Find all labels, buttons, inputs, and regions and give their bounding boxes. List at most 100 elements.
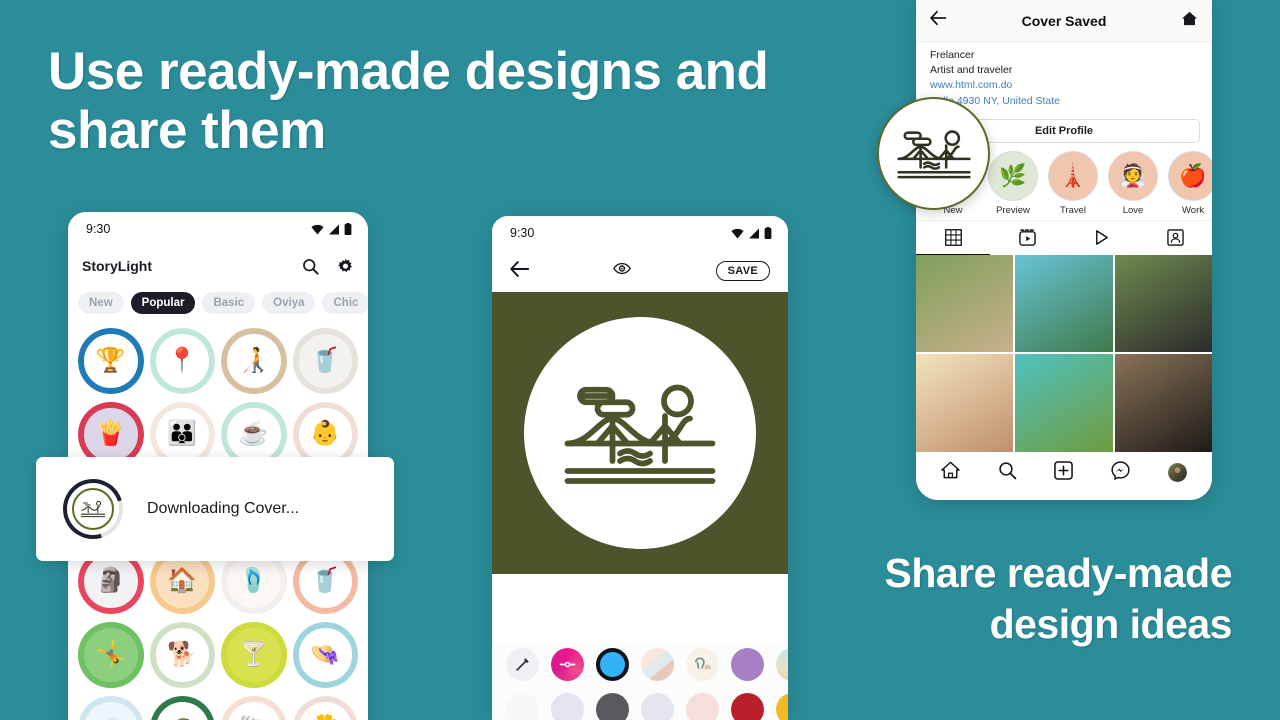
- swatch-blue[interactable]: [596, 648, 629, 681]
- search-icon[interactable]: [302, 258, 319, 275]
- battery-icon: [764, 227, 772, 239]
- downloading-toast: Downloading Cover...: [36, 457, 394, 561]
- wifi-icon: [731, 228, 744, 238]
- swatch-white[interactable]: [506, 693, 539, 720]
- eye-preview-icon[interactable]: [613, 262, 632, 280]
- cover-tile[interactable]: 🌼: [292, 695, 358, 720]
- photo-woman-shoulder[interactable]: [916, 354, 1014, 452]
- cover-tile[interactable]: ☁️: [78, 695, 144, 720]
- promo-screenshot: Use ready-made designs and share them Sh…: [0, 0, 1280, 720]
- story-highlight-travel[interactable]: 🗼 Travel: [1048, 150, 1098, 216]
- headline-secondary: Share ready-made design ideas: [884, 550, 1232, 648]
- swatch-gold[interactable]: [776, 693, 788, 720]
- tile-emoji: 🏠: [167, 567, 198, 595]
- status-indicators: [731, 227, 772, 239]
- swatch-blush[interactable]: [686, 693, 719, 720]
- messenger-icon[interactable]: [1111, 460, 1130, 485]
- editor-canvas[interactable]: [492, 292, 788, 574]
- story-highlight-work[interactable]: 🍎 Work: [1168, 150, 1212, 216]
- cover-tile[interactable]: 👒: [292, 622, 358, 688]
- profile-name: Frelancer: [930, 49, 975, 61]
- cover-disc[interactable]: [524, 317, 756, 549]
- gear-icon[interactable]: [337, 258, 354, 275]
- tile-emoji: 🐢: [167, 716, 197, 720]
- app-title: StoryLight: [82, 258, 152, 274]
- cover-tile[interactable]: 🤸: [78, 622, 144, 688]
- tile-emoji: 👶: [310, 420, 341, 448]
- color-wheel[interactable]: [551, 648, 584, 681]
- swatch-gradient-sunset[interactable]: [776, 648, 788, 681]
- cover-tile[interactable]: 📍: [149, 328, 215, 394]
- tile-emoji: 👪: [167, 420, 198, 448]
- story-highlight-love[interactable]: 👰 Love: [1108, 150, 1158, 216]
- editor-blank-area: [492, 574, 788, 642]
- swatch-purple[interactable]: [731, 648, 764, 681]
- home-icon[interactable]: [941, 461, 960, 484]
- swatch-lilac[interactable]: [641, 693, 674, 720]
- swatch-pattern-jellyfish[interactable]: [686, 648, 719, 681]
- highlight-thumbnail[interactable]: 👰: [1108, 150, 1158, 201]
- category-chip-popular[interactable]: Popular: [130, 292, 196, 314]
- tab-reels[interactable]: [990, 221, 1064, 255]
- new-cover-badge[interactable]: [877, 97, 990, 210]
- swatch-crimson[interactable]: [731, 693, 764, 720]
- tile-emoji: 🧑‍🦯: [238, 346, 269, 374]
- status-bar: 9:30: [492, 216, 788, 250]
- photo-woman-back[interactable]: [1114, 354, 1212, 452]
- profile-role: Artist and traveler: [930, 64, 1013, 77]
- photo-woman-black-dress[interactable]: [1114, 254, 1212, 353]
- tile-emoji: 👒: [310, 640, 341, 668]
- home-indicator: [916, 493, 1212, 500]
- category-chip-new[interactable]: New: [78, 292, 124, 314]
- story-highlight-preview[interactable]: 🌿 Preview: [988, 150, 1038, 216]
- photo-woman-white-top[interactable]: [916, 254, 1014, 353]
- swatch-charcoal[interactable]: [596, 693, 629, 720]
- photo-aerial-beach[interactable]: [1015, 354, 1113, 452]
- highlight-thumbnail[interactable]: 🍎: [1168, 150, 1212, 201]
- tab-video[interactable]: [1064, 221, 1138, 255]
- save-button[interactable]: SAVE: [715, 261, 770, 281]
- profile-bio: Frelancer Artist and traveler www.html.c…: [916, 42, 1212, 113]
- profile-avatar[interactable]: [1168, 463, 1188, 483]
- eyedropper-tool[interactable]: [506, 648, 539, 681]
- signal-icon: [329, 224, 339, 234]
- tile-emoji: 🥤: [310, 346, 341, 374]
- status-indicators: [311, 223, 352, 235]
- tab-tagged[interactable]: [1138, 221, 1212, 255]
- swatch-pattern-peach[interactable]: [641, 648, 674, 681]
- cover-tile[interactable]: 🍸: [221, 622, 287, 688]
- tile-emoji: 🤸: [95, 640, 126, 668]
- category-chip-basic[interactable]: Basic: [202, 292, 256, 314]
- toast-bridge-icon: [72, 488, 114, 530]
- add-post-icon[interactable]: [1054, 460, 1074, 485]
- back-arrow-icon[interactable]: [510, 260, 530, 282]
- cover-tile[interactable]: 🏆: [78, 328, 144, 394]
- photo-grid: [916, 254, 1212, 452]
- phone-mockup-editor: 9:30 SAVE: [492, 216, 788, 720]
- profile-address: Calle 4930 NY, United State: [930, 94, 1060, 107]
- cover-tile[interactable]: 🐕: [149, 622, 215, 688]
- cover-tile[interactable]: 🐢: [149, 695, 215, 720]
- swatch-lavender-light[interactable]: [551, 693, 584, 720]
- bridge-illustration: [564, 384, 716, 484]
- highlight-thumbnail[interactable]: 🗼: [1048, 150, 1098, 201]
- cover-tile[interactable]: 🐚: [221, 695, 287, 720]
- search-icon[interactable]: [998, 461, 1017, 485]
- photo-coastline-bay[interactable]: [1015, 254, 1113, 353]
- highlight-thumbnail[interactable]: 🌿: [988, 150, 1038, 201]
- tile-emoji: ☕: [238, 420, 269, 448]
- cover-tile[interactable]: 🧑‍🦯: [221, 328, 287, 394]
- editor-app-bar: SAVE: [492, 250, 788, 292]
- tab-grid[interactable]: [916, 221, 990, 255]
- profile-website[interactable]: www.html.com.do: [930, 78, 1198, 93]
- category-chip-chic[interactable]: Chic: [322, 292, 368, 314]
- grid-icon: [944, 228, 962, 246]
- home-icon[interactable]: [1181, 11, 1198, 31]
- app-bar: StoryLight: [68, 246, 368, 286]
- battery-icon: [344, 223, 352, 235]
- profile-app-bar: Cover Saved: [916, 0, 1212, 42]
- progress-spinner: [52, 468, 134, 550]
- cover-tile[interactable]: 🥤: [292, 328, 358, 394]
- category-chip-oviya[interactable]: Oviya: [262, 292, 316, 314]
- back-arrow-icon[interactable]: [930, 10, 947, 30]
